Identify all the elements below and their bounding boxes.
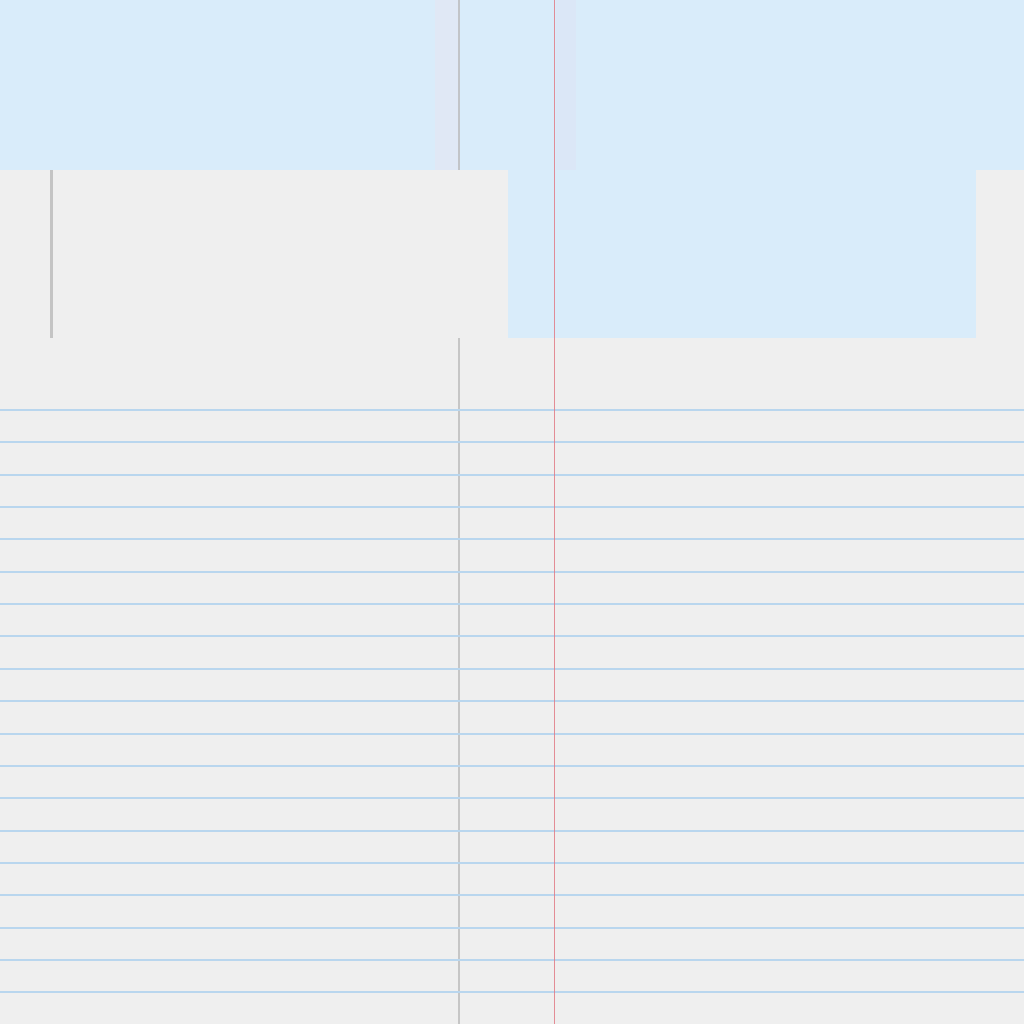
ruled-line — [0, 830, 1024, 832]
ruled-line — [0, 668, 1024, 670]
unselected-block-left — [0, 170, 508, 338]
selection-edge-shade-right — [556, 0, 576, 170]
ruled-line — [0, 797, 1024, 799]
unselected-block-right — [976, 170, 1024, 338]
ruled-line — [0, 441, 1024, 443]
notebook-page-view — [0, 0, 1024, 1024]
ruled-line — [0, 959, 1024, 961]
red-margin-line — [554, 0, 555, 1024]
ruled-line — [0, 603, 1024, 605]
selection-edge-shade-left — [435, 0, 459, 170]
ruled-paper-area[interactable] — [0, 338, 1024, 1024]
ruled-line — [0, 700, 1024, 702]
ruled-line — [0, 635, 1024, 637]
ruled-line — [0, 927, 1024, 929]
ruled-line — [0, 571, 1024, 573]
ruled-line — [0, 538, 1024, 540]
binding-line-top — [458, 0, 460, 170]
ruled-line — [0, 733, 1024, 735]
ruled-line — [0, 894, 1024, 896]
left-margin-line — [50, 170, 53, 338]
ruled-line — [0, 765, 1024, 767]
selection-highlight-top — [0, 0, 1024, 170]
selection-highlight-middle — [508, 170, 976, 338]
ruled-line — [0, 409, 1024, 411]
ruled-line — [0, 991, 1024, 993]
ruled-line — [0, 862, 1024, 864]
ruled-line — [0, 474, 1024, 476]
ruled-line — [0, 506, 1024, 508]
